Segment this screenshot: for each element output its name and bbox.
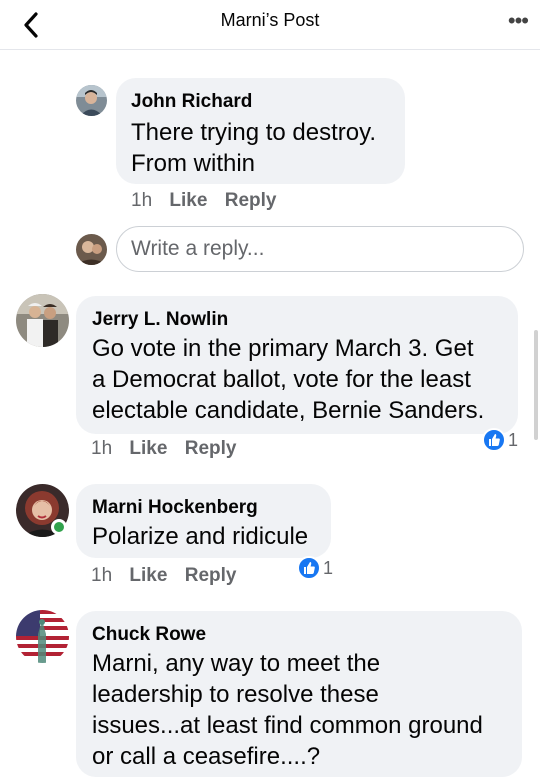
online-status-icon <box>51 519 67 535</box>
avatar[interactable] <box>16 294 69 347</box>
comment-author[interactable]: Marni Hockenberg <box>92 497 258 519</box>
reply-button[interactable]: Reply <box>185 438 237 459</box>
like-button[interactable]: Like <box>129 565 167 586</box>
comment-text: Marni, any way to meet the leadership to… <box>92 650 483 770</box>
comment-text: There trying to destroy. From within <box>131 119 376 177</box>
comment-bubble[interactable]: John Richard There trying to destroy. Fr… <box>116 78 405 184</box>
like-button[interactable]: Like <box>129 438 167 459</box>
like-button[interactable]: Like <box>169 190 207 211</box>
avatar[interactable] <box>76 85 107 116</box>
comment-actions: 1h Like Reply <box>91 438 236 460</box>
more-options-button[interactable]: ••• <box>508 10 529 32</box>
comment-bubble[interactable]: Jerry L. Nowlin Go vote in the primary M… <box>76 296 518 434</box>
my-avatar <box>76 234 107 265</box>
comment-author[interactable]: Chuck Rowe <box>92 624 206 646</box>
reaction-count: 1 <box>508 430 519 450</box>
comment-author[interactable]: Jerry L. Nowlin <box>92 309 228 331</box>
reply-input[interactable] <box>116 226 524 272</box>
top-bar: Marni’s Post ••• <box>0 0 540 50</box>
comment-actions: 1h Like Reply <box>131 190 276 212</box>
comment-bubble[interactable]: Chuck Rowe Marni, any way to meet the le… <box>76 611 522 777</box>
reply-button[interactable]: Reply <box>185 565 237 586</box>
comment-bubble[interactable]: Marni Hockenberg Polarize and ridicule <box>76 484 331 558</box>
thumbs-up-icon <box>482 428 506 452</box>
reply-button[interactable]: Reply <box>225 190 277 211</box>
comment-time: 1h <box>131 190 153 211</box>
comment-text: Polarize and ridicule <box>92 523 309 550</box>
comment-author[interactable]: John Richard <box>131 91 252 113</box>
page-title: Marni’s Post <box>220 10 320 30</box>
reaction-count: 1 <box>323 558 334 578</box>
comment-time: 1h <box>91 438 113 459</box>
scrollbar[interactable] <box>534 330 538 440</box>
comment-time: 1h <box>91 565 113 586</box>
more-dots-icon: ••• <box>507 8 529 33</box>
thumbs-up-icon <box>297 556 321 580</box>
comment-actions: 1h Like Reply <box>91 565 236 587</box>
avatar[interactable] <box>16 610 69 663</box>
comment-text: Go vote in the primary March 3. Get a De… <box>92 335 485 424</box>
